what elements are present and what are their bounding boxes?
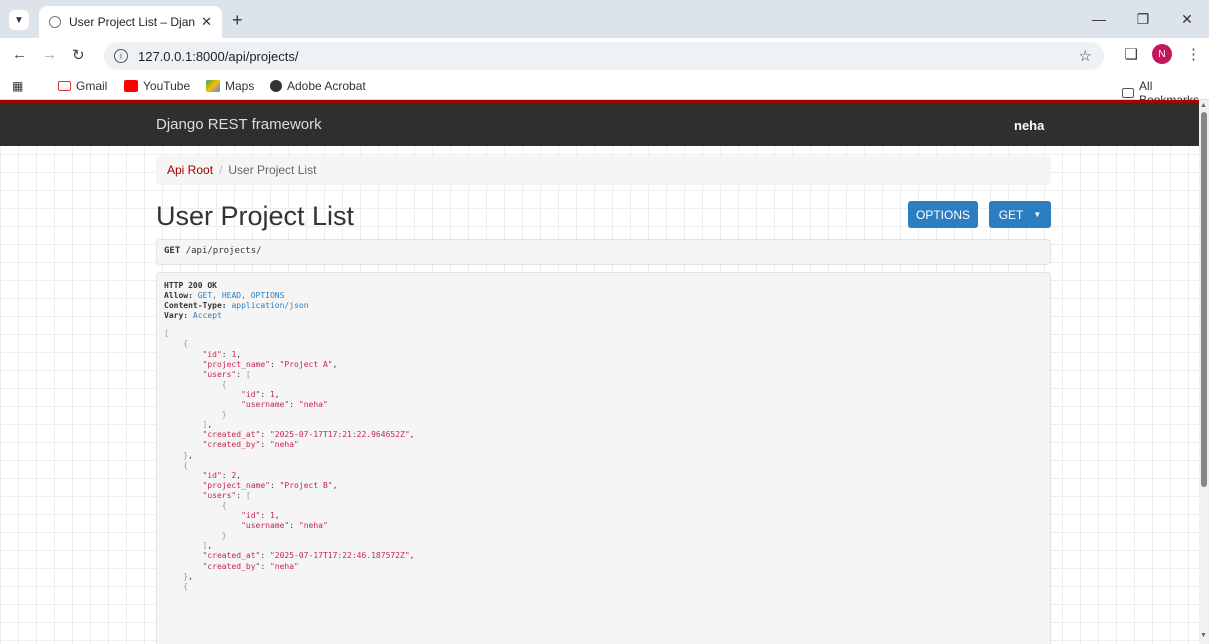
bookmark-star-icon[interactable]: ☆ xyxy=(1079,47,1092,65)
tab-title: User Project List – Django REST xyxy=(69,15,196,29)
response-info: HTTP 200 OK Allow: GET, HEAD, OPTIONS Co… xyxy=(156,272,1051,644)
get-button[interactable]: GET ▼ xyxy=(989,201,1051,228)
tab-search-button[interactable]: ▼ xyxy=(9,10,29,30)
response-header: Content-Type: application/json xyxy=(164,301,309,311)
profile-avatar[interactable]: N xyxy=(1152,44,1172,64)
url-text: 127.0.0.1:8000/api/projects/ xyxy=(138,48,299,64)
browser-toolbar: ← → ↻ i 127.0.0.1:8000/api/projects/ ☆ ❏… xyxy=(0,38,1209,74)
bookmarks-bar: ▦ Gmail YouTube Maps Adobe Acrobat All B… xyxy=(0,74,1209,107)
brand-link[interactable]: Django REST framework xyxy=(156,116,322,133)
adobe-acrobat-icon xyxy=(270,80,282,92)
response-header: Allow: GET, HEAD, OPTIONS xyxy=(164,291,285,301)
close-window-button[interactable]: ✕ xyxy=(1165,0,1209,38)
bookmark-maps[interactable]: Maps xyxy=(206,79,254,93)
request-path: /api/projects/ xyxy=(185,246,262,256)
extensions-icon[interactable]: ❏ xyxy=(1125,45,1138,63)
bookmark-gmail[interactable]: Gmail xyxy=(58,79,107,93)
scroll-down-arrow-icon[interactable]: ▼ xyxy=(1200,632,1207,639)
page-scrollbar[interactable]: ▲ ▼ xyxy=(1199,100,1209,644)
get-button-label: GET xyxy=(998,207,1024,222)
breadcrumb: Api Root / User Project List xyxy=(156,156,1051,185)
apps-grid-icon[interactable]: ▦ xyxy=(12,79,23,93)
json-body: [ { "id": 1, "project_name": "Project A"… xyxy=(164,329,415,591)
response-status: HTTP 200 OK xyxy=(164,281,217,290)
page-title: User Project List xyxy=(156,201,355,231)
window-controls: — ❐ ✕ xyxy=(1077,0,1209,38)
scroll-up-arrow-icon[interactable]: ▲ xyxy=(1200,102,1207,109)
address-bar[interactable]: i 127.0.0.1:8000/api/projects/ ☆ xyxy=(104,42,1104,70)
globe-icon xyxy=(49,16,61,28)
user-dropdown[interactable]: neha xyxy=(1014,118,1044,133)
caret-down-icon[interactable]: ▼ xyxy=(1033,210,1041,219)
bookmark-adobe-acrobat[interactable]: Adobe Acrobat xyxy=(270,79,366,93)
site-info-icon[interactable]: i xyxy=(114,49,128,63)
request-info: GET /api/projects/ xyxy=(156,239,1051,265)
bookmark-youtube[interactable]: YouTube xyxy=(124,79,190,93)
browser-tab[interactable]: User Project List – Django REST ✕ xyxy=(39,6,222,38)
folder-icon xyxy=(1122,88,1135,98)
back-arrow-icon[interactable]: ← xyxy=(12,46,27,63)
forward-arrow-icon[interactable]: → xyxy=(42,46,57,63)
drf-navbar: Django REST framework neha xyxy=(0,100,1199,146)
response-header: Vary: Accept xyxy=(164,311,222,321)
breadcrumb-current: User Project List xyxy=(228,163,317,177)
toolbar-right: ❏ N ⋮ xyxy=(1125,44,1201,64)
options-button[interactable]: OPTIONS xyxy=(908,201,978,228)
breadcrumb-separator: / xyxy=(219,163,223,177)
scrollbar-thumb[interactable] xyxy=(1201,112,1207,487)
close-tab-icon[interactable]: ✕ xyxy=(201,14,212,30)
page-viewport: Django REST framework neha Api Root / User… xyxy=(0,100,1199,644)
minimize-button[interactable]: — xyxy=(1077,0,1121,38)
request-method: GET xyxy=(164,246,181,256)
browser-tabstrip: ▼ User Project List – Django REST ✕ + — … xyxy=(0,0,1209,38)
reload-icon[interactable]: ↻ xyxy=(72,46,85,64)
maps-icon xyxy=(206,80,220,92)
menu-kebab-icon[interactable]: ⋮ xyxy=(1186,45,1201,63)
youtube-icon xyxy=(124,80,138,92)
restore-button[interactable]: ❐ xyxy=(1121,0,1165,38)
breadcrumb-api-root[interactable]: Api Root xyxy=(167,163,213,177)
new-tab-button[interactable]: + xyxy=(232,10,243,31)
gmail-icon xyxy=(58,81,71,91)
